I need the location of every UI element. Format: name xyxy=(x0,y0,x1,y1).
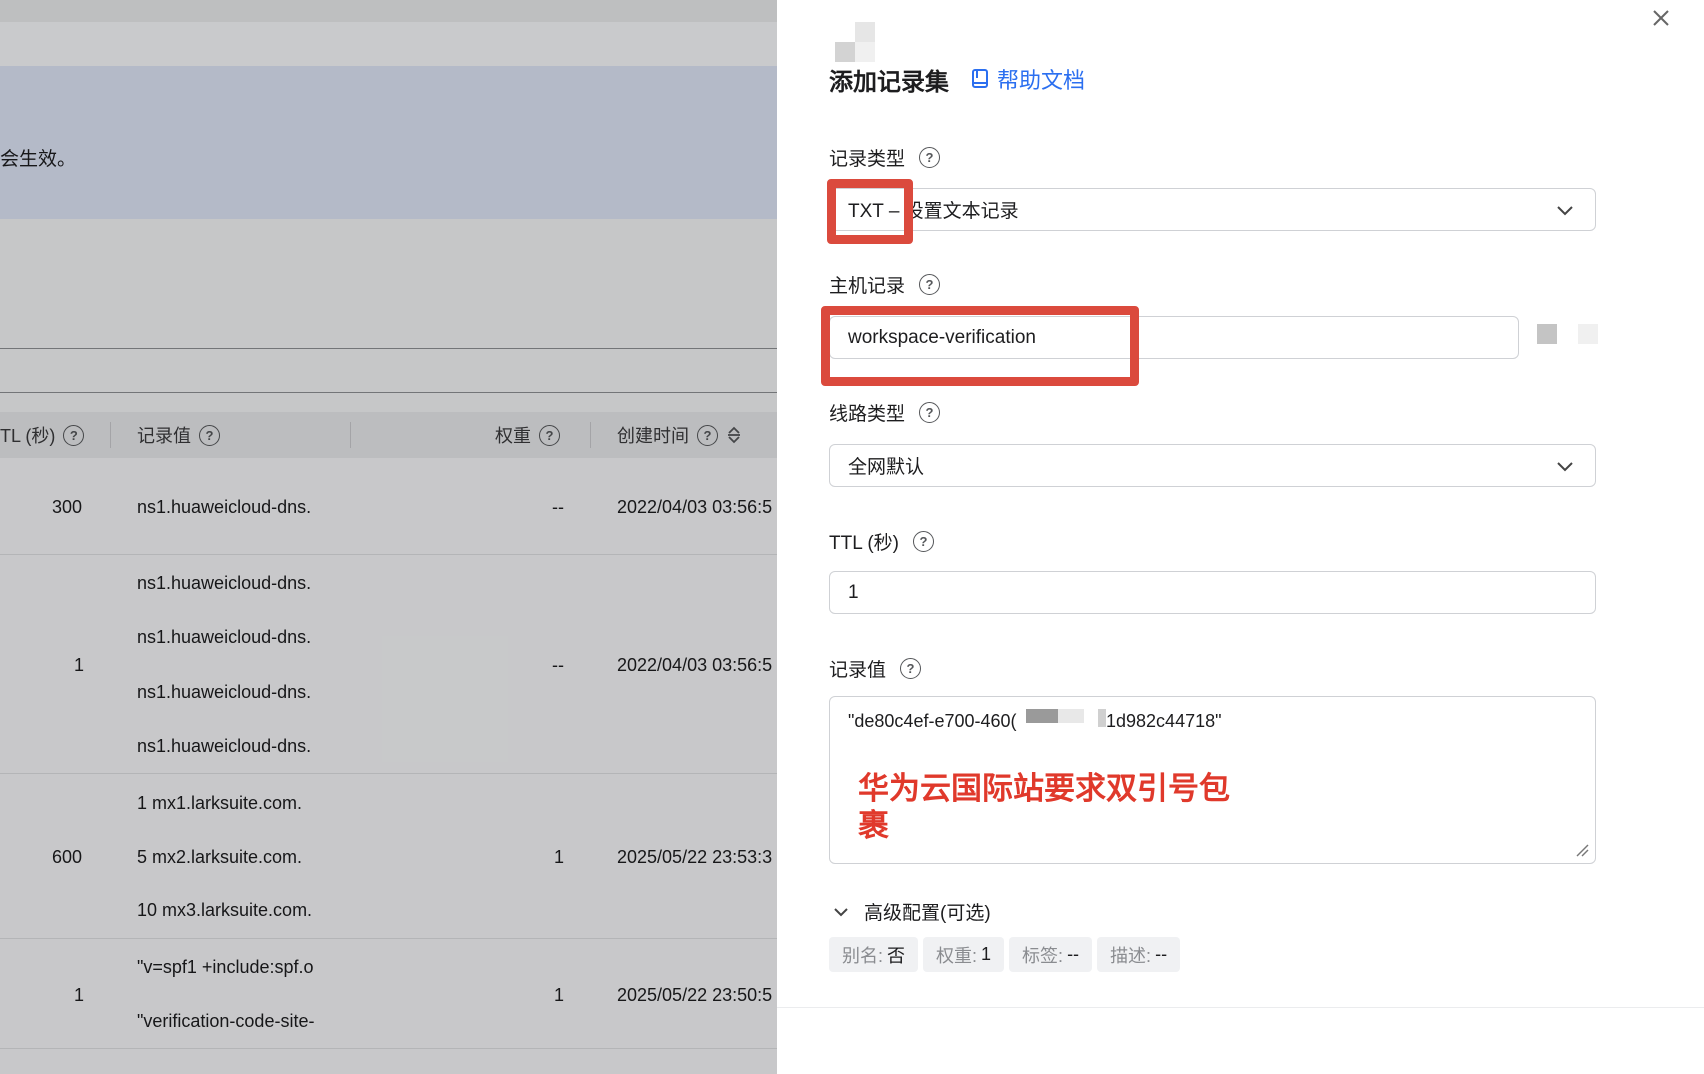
blurred-logo xyxy=(835,22,875,62)
advanced-config-toggle[interactable]: 高级配置(可选) xyxy=(832,898,991,925)
help-icon[interactable]: ? xyxy=(919,274,941,295)
help-icon[interactable]: ? xyxy=(919,147,941,168)
redacted-block xyxy=(1098,709,1106,727)
weight-tag: 权重: 1 xyxy=(923,937,1005,972)
footer-divider xyxy=(777,1007,1704,1008)
modal-overlay[interactable] xyxy=(0,0,777,1074)
record-type-label: 记录类型 ? xyxy=(829,144,941,171)
advanced-summary: 别名: 否 权重: 1 标签: -- 描述: -- xyxy=(829,937,1181,972)
redacted-block xyxy=(1058,709,1084,723)
help-icon[interactable]: ? xyxy=(913,531,935,552)
blurred-suffix xyxy=(1578,324,1598,344)
close-icon[interactable] xyxy=(1649,6,1673,30)
background-page: 会生效。 TL (秒) ? 记录值 ? 权重 ? 创建时间 ? 300 ns1.… xyxy=(0,0,777,1074)
help-docs-link[interactable]: 帮助文档 xyxy=(971,63,1085,95)
record-type-select[interactable]: TXT – 设置文本记录 xyxy=(829,188,1596,231)
record-value-label: 记录值 ? xyxy=(829,655,922,682)
help-icon[interactable]: ? xyxy=(900,658,922,679)
drawer-title: 添加记录集 xyxy=(829,69,949,96)
line-type-label: 线路类型 ? xyxy=(829,399,941,426)
ttl-label: TTL (秒) ? xyxy=(829,528,935,555)
line-type-select[interactable]: 全网默认 xyxy=(829,444,1596,487)
chevron-down-icon xyxy=(1557,462,1573,472)
redacted-block xyxy=(1026,709,1058,723)
host-label: 主机记录 ? xyxy=(829,271,941,298)
record-value-start: "de80c4ef-e700-460( xyxy=(848,711,1017,731)
label-tag: 标签: -- xyxy=(1009,937,1093,972)
host-input[interactable]: workspace-verification xyxy=(829,316,1519,359)
chevron-down-icon xyxy=(834,907,848,916)
blurred-suffix xyxy=(1537,324,1557,344)
annotation-text: 华为云国际站要求双引号包裹 xyxy=(858,771,1230,843)
description-tag: 描述: -- xyxy=(1097,937,1181,972)
document-icon xyxy=(972,69,988,88)
record-value-end: 1d982c44718" xyxy=(1106,711,1222,731)
help-icon[interactable]: ? xyxy=(919,402,941,423)
resize-handle-icon[interactable] xyxy=(1575,843,1589,857)
alias-tag: 别名: 否 xyxy=(829,937,919,972)
chevron-down-icon xyxy=(1557,206,1573,216)
ttl-input[interactable]: 1 xyxy=(829,571,1596,614)
